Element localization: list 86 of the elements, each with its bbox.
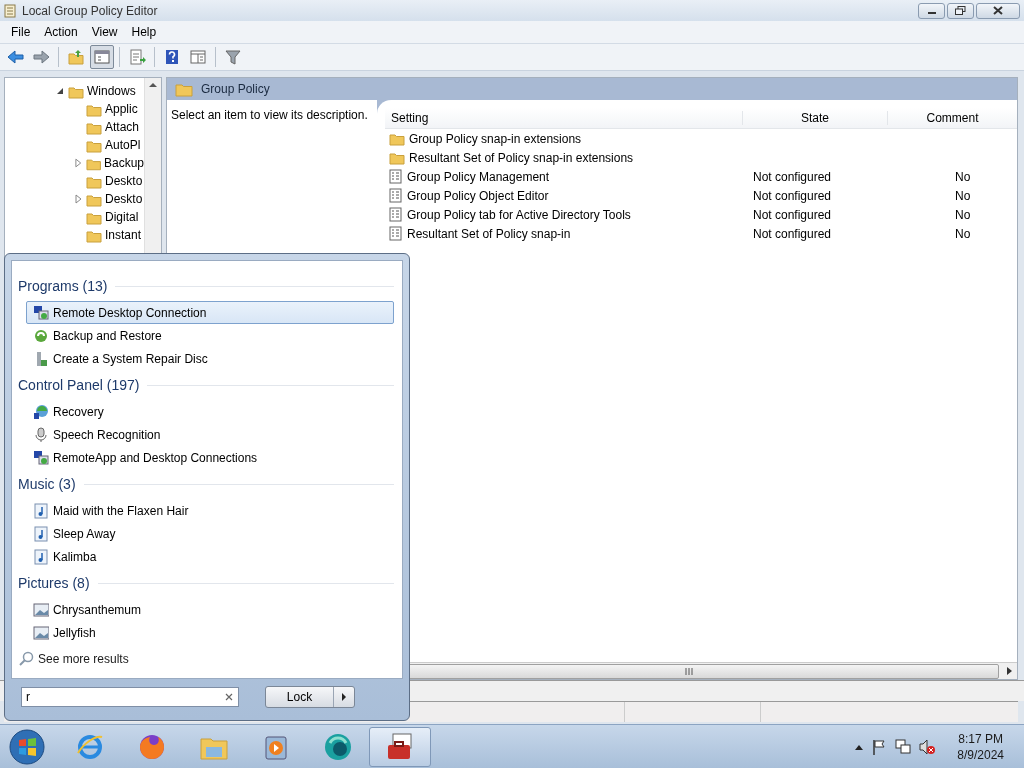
tree-item[interactable]: AutoPl <box>5 136 144 154</box>
flag-icon[interactable] <box>871 738 888 755</box>
expand-arrow-icon <box>73 194 83 204</box>
tree-item[interactable]: Attach <box>5 118 144 136</box>
comment-value: No <box>954 188 972 203</box>
setting-name[interactable]: Group Policy Management <box>407 169 550 184</box>
folder-up-icon <box>67 48 85 66</box>
column-header[interactable]: Comment <box>888 111 1017 125</box>
folder-icon <box>389 150 405 165</box>
state-value: Not configured <box>752 169 833 184</box>
see-more-link[interactable]: See more results <box>38 652 129 666</box>
pane-layout-icon <box>189 48 207 66</box>
comment-value: No <box>954 169 972 184</box>
music-file-icon <box>33 502 49 519</box>
folder-icon <box>389 131 405 146</box>
tree-item[interactable]: Windows <box>5 82 144 100</box>
menu-item[interactable]: Help <box>124 23 164 41</box>
expanded-arrow-icon <box>55 86 65 96</box>
folder-icon <box>175 81 193 97</box>
policy-setting-icon <box>389 188 403 203</box>
taskbar-button[interactable] <box>369 726 431 767</box>
tree-item[interactable]: Instant <box>5 226 144 244</box>
arrow-right-icon <box>341 692 347 701</box>
setting-name[interactable]: Group Policy Object Editor <box>407 188 549 203</box>
policy-setting-icon <box>389 226 403 241</box>
search-icon <box>18 651 34 667</box>
policy-setting-icon <box>389 169 403 184</box>
group-heading[interactable]: Programs (13) <box>18 278 108 294</box>
window-title: Local Group Policy Editor <box>22 3 159 18</box>
tree-item[interactable]: Deskto <box>5 190 144 208</box>
search-field[interactable]: r <box>21 686 239 707</box>
tree-pane-icon <box>93 48 111 66</box>
menu-item[interactable]: Action <box>37 23 85 41</box>
search-result[interactable]: Remote Desktop Connection <box>26 301 394 324</box>
tree-pane-button[interactable] <box>90 45 114 69</box>
restore-icon <box>955 6 966 15</box>
music-file-icon <box>33 525 49 542</box>
pane-title: Group Policy <box>201 82 270 96</box>
close-button[interactable] <box>976 2 1020 19</box>
tree-item[interactable]: Deskto <box>5 172 144 190</box>
menu-item[interactable]: View <box>84 23 125 41</box>
image-file-icon <box>33 601 49 618</box>
image-file-icon <box>33 624 49 641</box>
music-file-icon <box>33 548 49 565</box>
menu-item[interactable]: File <box>4 23 38 41</box>
recovery-globe-icon <box>33 403 49 420</box>
policy-setting-icon <box>389 207 403 222</box>
microphone-icon <box>33 426 49 443</box>
close-icon <box>993 6 1003 15</box>
setting-name[interactable]: Group Policy snap-in extensions <box>409 131 582 146</box>
group-heading[interactable]: Music (3) <box>18 476 76 492</box>
setting-name[interactable]: Group Policy tab for Active Directory Tools <box>407 207 631 222</box>
tree-item[interactable]: Digital <box>5 208 144 226</box>
setting-name[interactable]: Resultant Set of Policy snap-in <box>407 226 571 241</box>
column-header[interactable]: State <box>743 111 888 125</box>
clock-date[interactable]: 8/9/2024 <box>957 747 1004 762</box>
document-icon <box>4 3 16 18</box>
state-value: Not configured <box>752 226 833 241</box>
clear-icon[interactable] <box>225 692 233 701</box>
help-icon <box>163 48 181 66</box>
forward-arrow-icon <box>32 48 50 66</box>
computer-screen-icon <box>33 304 49 321</box>
tree-item[interactable]: Backup <box>5 154 144 172</box>
tree-item[interactable]: Applic <box>5 100 144 118</box>
export-list-icon <box>128 48 146 66</box>
column-header[interactable]: Setting <box>385 111 743 125</box>
computer-screen-icon <box>33 449 49 466</box>
clock-time[interactable]: 8:17 PM <box>958 731 1003 746</box>
show-hidden-icons-icon[interactable] <box>855 743 864 750</box>
back-arrow-icon <box>6 48 24 66</box>
group-heading[interactable]: Pictures (8) <box>18 575 90 591</box>
group-heading[interactable]: Control Panel (197) <box>18 377 140 393</box>
muted-speaker-icon[interactable] <box>919 738 936 755</box>
state-value: Not configured <box>752 207 833 222</box>
minimize-button[interactable] <box>918 2 945 19</box>
setting-name[interactable]: Resultant Set of Policy snap-in extensions <box>409 150 634 165</box>
restore-button[interactable] <box>947 2 974 19</box>
start-button[interactable] <box>7 726 47 767</box>
network-icon[interactable] <box>895 738 912 755</box>
grip-icon <box>685 667 693 675</box>
filter-icon <box>224 48 242 66</box>
windows-orb-icon <box>9 728 45 765</box>
expand-arrow-icon <box>73 158 83 168</box>
comment-value: No <box>954 226 972 241</box>
comment-value: No <box>954 207 972 222</box>
state-value: Not configured <box>752 188 833 203</box>
